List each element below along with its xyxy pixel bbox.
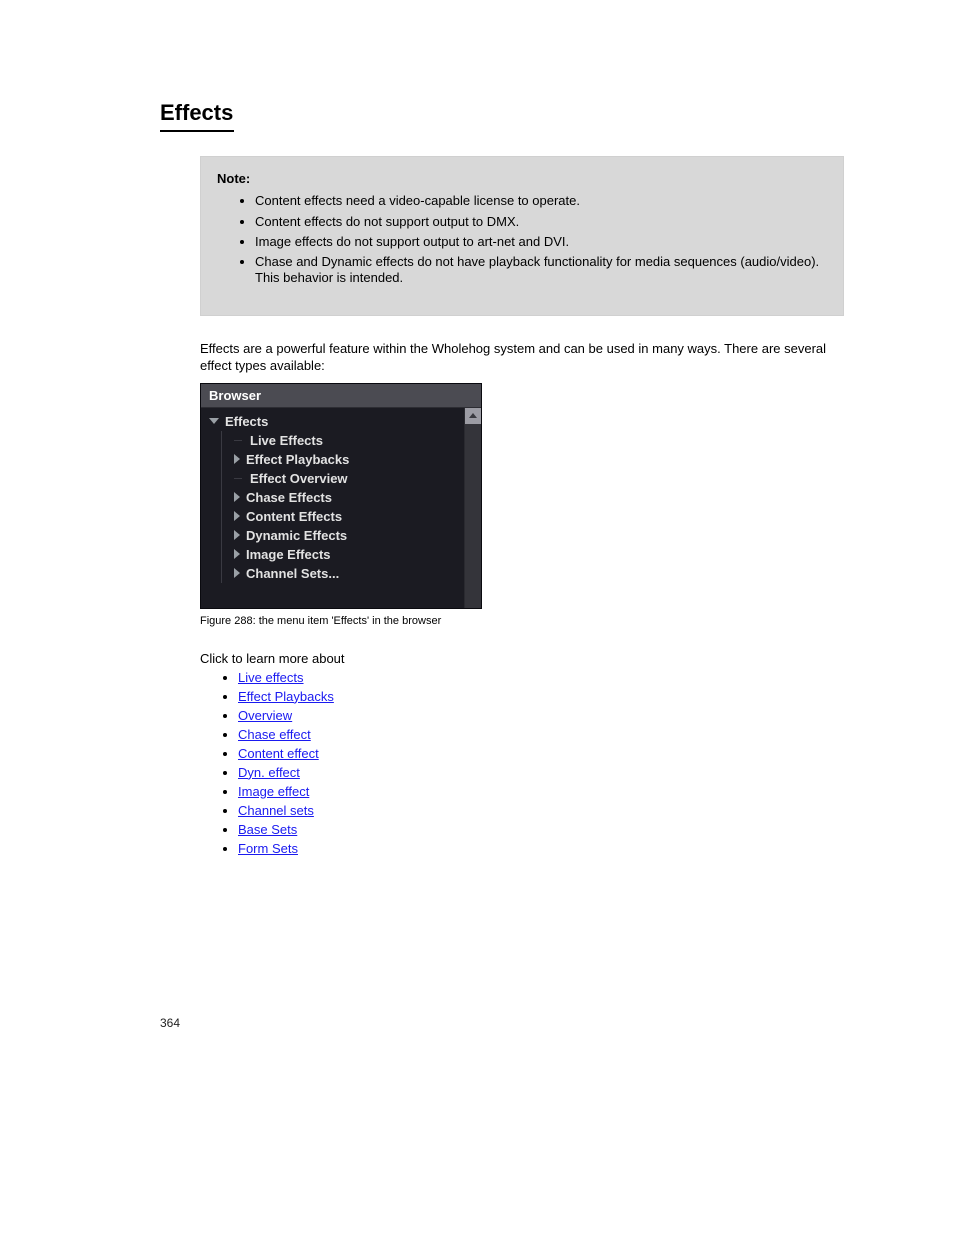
intro-paragraph: Effects are a powerful feature within th…	[200, 340, 844, 375]
link-dyn-effect[interactable]: Dyn. effect	[238, 765, 300, 780]
tree-children: Live Effects Effect Playbacks Effect Ove…	[221, 431, 460, 583]
list-item: Overview	[238, 708, 844, 723]
list-item: Form Sets	[238, 841, 844, 856]
scrollbar[interactable]	[464, 408, 481, 608]
tree-root-item[interactable]: Effects	[207, 412, 460, 431]
tree-item-label: Image Effects	[246, 547, 331, 562]
note-item: Content effects do not support output to…	[255, 214, 827, 230]
link-live-effects[interactable]: Live effects	[238, 670, 304, 685]
list-item: Base Sets	[238, 822, 844, 837]
link-channel-sets[interactable]: Channel sets	[238, 803, 314, 818]
tree-item-dynamic-effects[interactable]: Dynamic Effects	[234, 526, 460, 545]
list-item: Channel sets	[238, 803, 844, 818]
chevron-right-icon[interactable]	[234, 511, 240, 521]
section-underline	[160, 130, 234, 132]
list-intro: Click to learn more about	[200, 651, 844, 666]
scroll-up-button[interactable]	[465, 408, 481, 424]
note-item: Chase and Dynamic effects do not have pl…	[255, 254, 827, 287]
tree-item-label: Effect Overview	[250, 471, 348, 486]
page-number: 364	[160, 1016, 844, 1030]
link-overview[interactable]: Overview	[238, 708, 292, 723]
browser-title: Browser	[201, 384, 481, 408]
tree-item-live-effects[interactable]: Live Effects	[234, 431, 460, 450]
note-list: Content effects need a video-capable lic…	[237, 193, 827, 286]
tree-item-label: Chase Effects	[246, 490, 332, 505]
tree-item-image-effects[interactable]: Image Effects	[234, 545, 460, 564]
link-chase-effect[interactable]: Chase effect	[238, 727, 311, 742]
note-item: Image effects do not support output to a…	[255, 234, 827, 250]
link-image-effect[interactable]: Image effect	[238, 784, 309, 799]
browser-panel: Browser Effects Live Effects Effect Play…	[200, 383, 482, 609]
list-item: Image effect	[238, 784, 844, 799]
link-base-sets[interactable]: Base Sets	[238, 822, 297, 837]
chevron-down-icon[interactable]	[209, 418, 219, 424]
page: Effects Note: Content effects need a vid…	[0, 0, 954, 1235]
chevron-right-icon[interactable]	[234, 492, 240, 502]
leaf-icon	[234, 478, 242, 479]
link-list: Live effects Effect Playbacks Overview C…	[220, 670, 844, 856]
link-form-sets[interactable]: Form Sets	[238, 841, 298, 856]
list-item: Effect Playbacks	[238, 689, 844, 704]
note-label: Note:	[217, 171, 827, 187]
tree-item-effect-overview[interactable]: Effect Overview	[234, 469, 460, 488]
chevron-right-icon[interactable]	[234, 530, 240, 540]
chevron-right-icon[interactable]	[234, 454, 240, 464]
tree-item-label: Live Effects	[250, 433, 323, 448]
tree-item-channel-sets[interactable]: Channel Sets...	[234, 564, 460, 583]
chevron-right-icon[interactable]	[234, 549, 240, 559]
leaf-icon	[234, 440, 242, 441]
tree: Effects Live Effects Effect Playbacks Ef…	[201, 408, 464, 608]
list-item: Dyn. effect	[238, 765, 844, 780]
tree-item-label: Channel Sets...	[246, 566, 339, 581]
link-content-effect[interactable]: Content effect	[238, 746, 319, 761]
list-item: Live effects	[238, 670, 844, 685]
figure-caption: Figure 288: the menu item 'Effects' in t…	[200, 615, 844, 627]
browser-body: Effects Live Effects Effect Playbacks Ef…	[201, 408, 481, 608]
tree-item-label: Dynamic Effects	[246, 528, 347, 543]
tree-root-label: Effects	[225, 414, 268, 429]
list-item: Chase effect	[238, 727, 844, 742]
tree-item-label: Effect Playbacks	[246, 452, 349, 467]
note-box: Note: Content effects need a video-capab…	[200, 156, 844, 316]
list-item: Content effect	[238, 746, 844, 761]
section-title: Effects	[160, 100, 844, 126]
link-effect-playbacks[interactable]: Effect Playbacks	[238, 689, 334, 704]
chevron-right-icon[interactable]	[234, 568, 240, 578]
tree-item-chase-effects[interactable]: Chase Effects	[234, 488, 460, 507]
chevron-up-icon	[469, 413, 477, 418]
tree-item-label: Content Effects	[246, 509, 342, 524]
tree-item-content-effects[interactable]: Content Effects	[234, 507, 460, 526]
tree-item-effect-playbacks[interactable]: Effect Playbacks	[234, 450, 460, 469]
note-item: Content effects need a video-capable lic…	[255, 193, 827, 209]
